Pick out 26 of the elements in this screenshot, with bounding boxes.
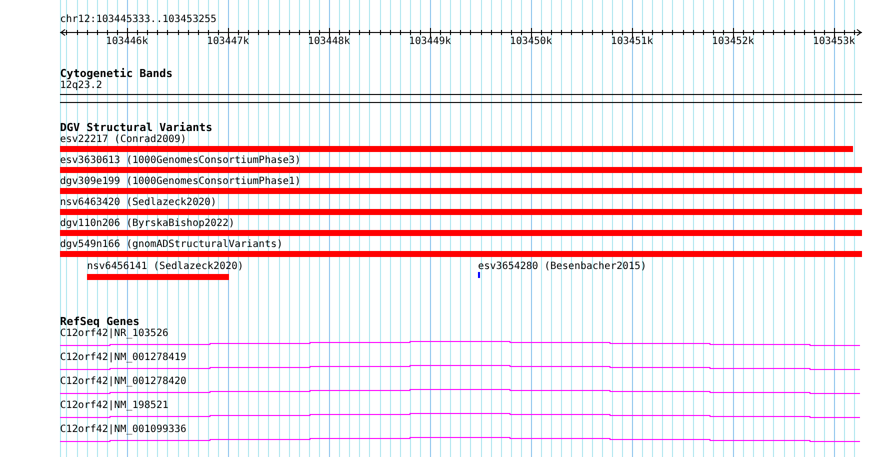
variant-label: dgv309e199 (1000GenomesConsortiumPhase1) bbox=[60, 176, 301, 188]
variant-label: nsv6456141 (Sedlazeck2020) bbox=[87, 261, 244, 273]
variant-label: esv22217 (Conrad2009) bbox=[60, 134, 186, 146]
tick-label: 103446k bbox=[106, 36, 148, 47]
gene-label: C12orf42|NR_103526 bbox=[60, 328, 168, 340]
variant-label: dgv549n166 (gnomADStructuralVariants) bbox=[60, 239, 283, 251]
track-title: Cytogenetic Bands bbox=[60, 68, 173, 80]
gene-label: C12orf42|NM_001099336 bbox=[60, 424, 186, 436]
location-label: chr12:103445333..103453255 bbox=[60, 14, 217, 26]
gene-label: C12orf42|NM_001278419 bbox=[60, 352, 186, 364]
tick-label: 103451k bbox=[610, 36, 654, 47]
variant-label: nsv6463420 (Sedlazeck2020) bbox=[60, 197, 217, 209]
variant-label: esv3654280 (Besenbacher2015) bbox=[478, 261, 647, 273]
band-label: 12q23.2 bbox=[60, 80, 102, 92]
tick-label: 103448k bbox=[308, 36, 350, 47]
tick-label: 103450k bbox=[510, 36, 552, 47]
tick-label: 103447k bbox=[206, 36, 250, 47]
gene-label: C12orf42|NM_198521 bbox=[60, 400, 168, 412]
variant-label: dgv110n206 (ByrskaBishop2022) bbox=[60, 218, 235, 230]
track-title: RefSeq Genes bbox=[60, 316, 140, 328]
variant-label: esv3630613 (1000GenomesConsortiumPhase3) bbox=[60, 155, 301, 167]
tick-label: 103452k bbox=[712, 36, 754, 47]
gene-label: C12orf42|NM_001278420 bbox=[60, 376, 186, 388]
tick-label: 103453k bbox=[812, 36, 856, 47]
tick-label: 103449k bbox=[408, 36, 452, 47]
track-title: DGV Structural Variants bbox=[60, 122, 212, 134]
